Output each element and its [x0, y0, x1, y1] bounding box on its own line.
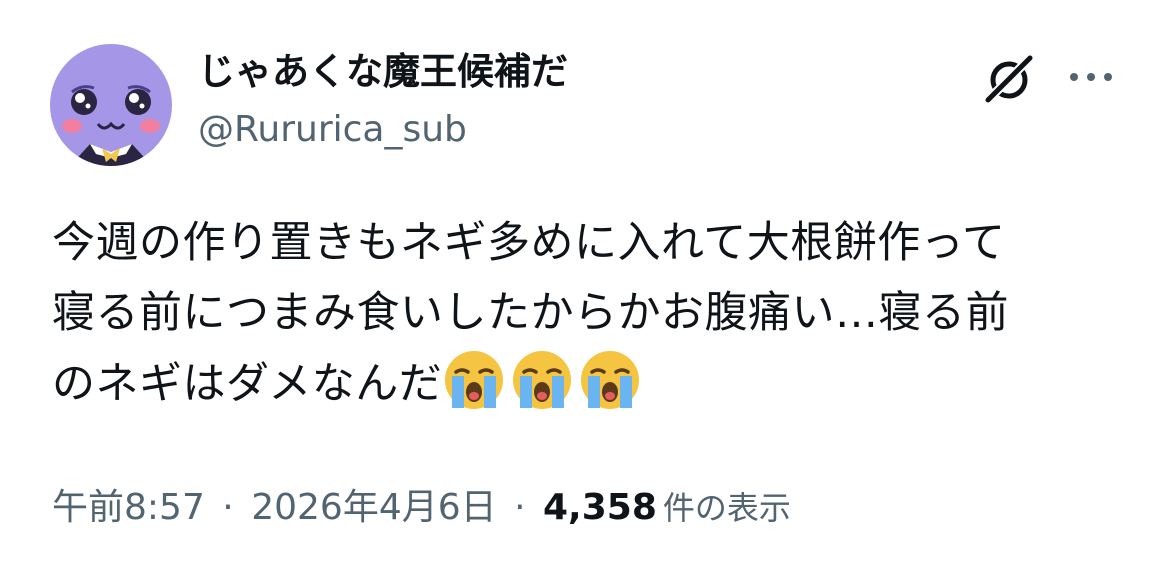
avatar-image — [50, 44, 172, 166]
tweet-text-line: 寝る前につまみ食いしたからかお腹痛い…寝る前 — [52, 288, 1009, 338]
tweet-time[interactable]: 午前8:57 — [52, 487, 205, 528]
separator: · — [222, 487, 234, 528]
grok-icon[interactable] — [980, 50, 1038, 108]
more-options-icon[interactable] — [1066, 62, 1116, 92]
tweet-meta: 午前8:57 · 2026年4月6日 · 4,358 件の表示 — [52, 484, 791, 532]
avatar[interactable] — [50, 44, 172, 166]
tweet: じゃあくな魔王候補だ @Rururica_sub 今週の作り置きもネギ多めに入れ… — [0, 0, 1170, 568]
grok-icon-graphic — [982, 52, 1036, 106]
tweet-text-line: 今週の作り置きもネギ多めに入れて大根餅作って — [52, 218, 1006, 268]
tweet-text-fragment: のネギはダメなんだ — [52, 359, 443, 409]
separator: · — [514, 487, 526, 528]
tweet-text-line: のネギはダメなんだ — [52, 348, 1142, 418]
loudly-crying-face-icon — [442, 348, 506, 412]
display-name[interactable]: じゃあくな魔王候補だ — [198, 48, 568, 96]
views-label: 件の表示 — [662, 489, 791, 527]
tweet-date[interactable]: 2026年4月6日 — [251, 487, 496, 528]
loudly-crying-face-icon — [510, 348, 574, 412]
loudly-crying-face-icon — [578, 348, 642, 412]
tweet-text: 今週の作り置きもネギ多めに入れて大根餅作って 寝る前につまみ食いしたからかお腹痛… — [52, 208, 1142, 418]
user-handle[interactable]: @Rururica_sub — [198, 108, 568, 152]
views-count[interactable]: 4,358 — [543, 487, 657, 528]
user-info: じゃあくな魔王候補だ @Rururica_sub — [198, 48, 568, 152]
more-dots — [1070, 73, 1112, 81]
